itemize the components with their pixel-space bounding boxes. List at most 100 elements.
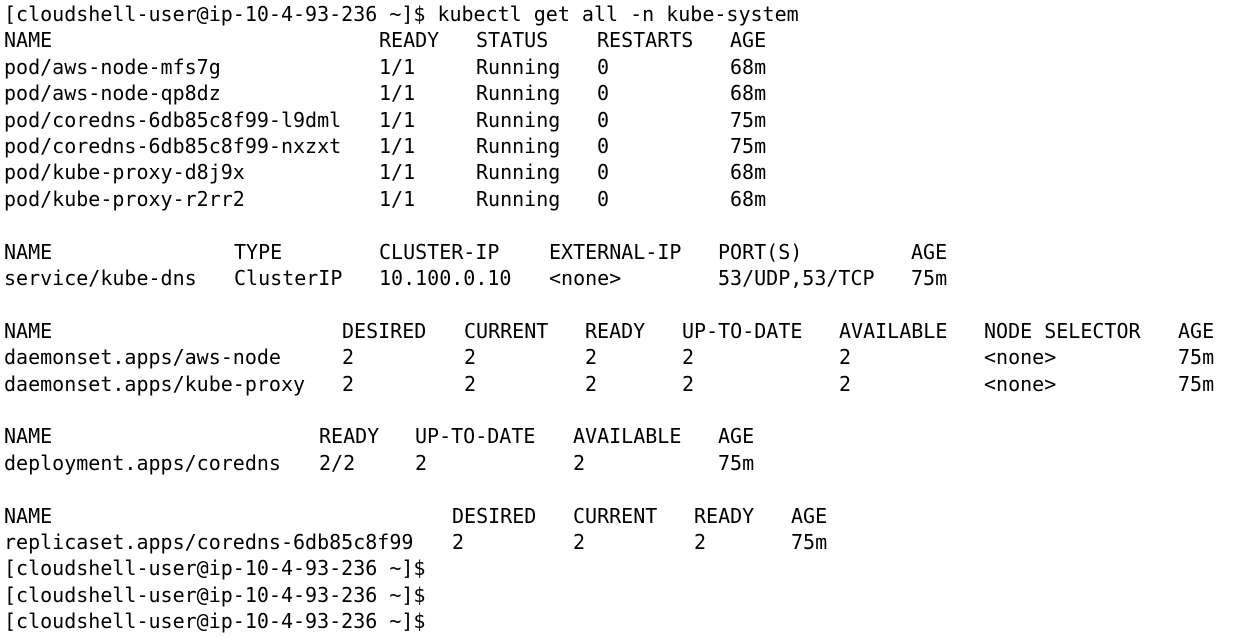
column-header: TYPE — [234, 239, 283, 264]
table-cell: 75m — [730, 107, 767, 132]
table-cell: 2 — [585, 371, 598, 396]
command-text: kubectl get all -n kube-system — [437, 2, 799, 26]
column-header: NAME — [4, 318, 53, 343]
table-cell: 2 — [839, 371, 852, 396]
table-cell: 1/1 — [379, 81, 416, 106]
table-cell: pod/kube-proxy-d8j9x — [4, 160, 245, 185]
table-cell: 1/1 — [379, 186, 416, 211]
column-header: READY — [379, 28, 440, 53]
table-cell: 75m — [1178, 345, 1215, 370]
column-header: NAME — [4, 28, 53, 53]
table-cell: 2 — [573, 530, 586, 554]
table-cell: 2 — [415, 450, 428, 475]
table-cell: 0 — [597, 186, 610, 211]
table-cell: 2 — [452, 530, 465, 554]
column-header: PORT(S) — [718, 239, 803, 264]
column-header: AGE — [791, 503, 828, 528]
table-cell: service/kube-dns — [4, 266, 197, 290]
prompt-line: [cloudshell-user@ip-10-4-93-236 ~]$ — [4, 582, 437, 608]
table-cell: 1/1 — [379, 107, 416, 132]
column-header: READY — [319, 424, 380, 449]
shell-prompt: [cloudshell-user@ip-10-4-93-236 ~]$ — [4, 582, 426, 607]
column-header: AGE — [718, 424, 755, 449]
column-header: DESIRED — [452, 503, 537, 528]
table-cell: ClusterIP — [234, 266, 343, 290]
table-cell: 68m — [730, 186, 767, 211]
table-cell: 75m — [911, 266, 948, 290]
prompt-line: [cloudshell-user@ip-10-4-93-236 ~]$ — [4, 608, 437, 634]
table-cell: 2 — [464, 371, 477, 396]
column-header: CURRENT — [464, 318, 549, 343]
table-cell: 0 — [597, 107, 610, 132]
table-cell: Running — [476, 107, 561, 132]
table-cell: daemonset.apps/kube-proxy — [4, 371, 306, 396]
prompt-line: [cloudshell-user@ip-10-4-93-236 ~]$ kubec… — [4, 1, 799, 27]
shell-prompt: [cloudshell-user@ip-10-4-93-236 ~]$ — [4, 556, 426, 581]
column-header: CLUSTER-IP — [379, 239, 500, 264]
table-cell: 75m — [1178, 371, 1215, 396]
table-cell: pod/aws-node-qp8dz — [4, 81, 221, 106]
column-header: NAME — [4, 239, 53, 264]
table-cell: deployment.apps/coredns — [4, 450, 281, 475]
table-cell: pod/coredns-6db85c8f99-l9dml — [4, 107, 342, 132]
prompt-line: [cloudshell-user@ip-10-4-93-236 ~]$ — [4, 555, 437, 581]
table-cell: 75m — [791, 530, 828, 554]
table-cell: pod/coredns-6db85c8f99-nxzxt — [4, 134, 342, 158]
shell-prompt: [cloudshell-user@ip-10-4-93-236 ~]$ — [4, 2, 426, 26]
table-cell: 2 — [694, 530, 707, 554]
table-cell: 2 — [342, 371, 355, 396]
column-header: UP-TO-DATE — [415, 424, 536, 449]
column-header: READY — [694, 503, 755, 528]
table-cell: 75m — [718, 450, 755, 475]
column-header: EXTERNAL-IP — [549, 239, 682, 264]
table-cell: Running — [476, 160, 561, 185]
column-header: NAME — [4, 503, 53, 528]
table-cell: replicaset.apps/coredns-6db85c8f99 — [4, 530, 414, 554]
column-header: RESTARTS — [597, 28, 694, 53]
table-cell: 2 — [839, 345, 852, 370]
column-header: NODE SELECTOR — [984, 318, 1141, 343]
column-header: AVAILABLE — [573, 424, 682, 449]
table-cell: 53/UDP,53/TCP — [718, 266, 875, 290]
column-header: READY — [585, 318, 646, 343]
table-cell: 0 — [597, 81, 610, 106]
table-cell: 0 — [597, 54, 610, 79]
column-header: NAME — [4, 424, 53, 449]
table-cell: 2/2 — [319, 450, 356, 475]
table-cell: <none> — [984, 345, 1057, 370]
table-cell: 68m — [730, 160, 767, 185]
table-cell: Running — [476, 134, 561, 158]
table-cell: 2 — [573, 450, 586, 475]
table-cell: Running — [476, 54, 561, 79]
table-cell: 2 — [464, 345, 477, 370]
table-cell: 0 — [597, 134, 610, 158]
table-cell: pod/kube-proxy-r2rr2 — [4, 186, 245, 211]
table-cell: 75m — [730, 134, 767, 158]
column-header: AGE — [730, 28, 767, 53]
table-cell: <none> — [549, 266, 622, 290]
table-cell: 2 — [682, 345, 695, 370]
table-cell: 2 — [682, 371, 695, 396]
column-header: AGE — [1178, 318, 1215, 343]
column-header: AVAILABLE — [839, 318, 948, 343]
table-cell: 2 — [342, 345, 355, 370]
table-cell: 1/1 — [379, 54, 416, 79]
table-cell: Running — [476, 81, 561, 106]
column-header: AGE — [911, 239, 948, 264]
table-cell: 0 — [597, 160, 610, 185]
table-cell: 10.100.0.10 — [379, 266, 512, 290]
terminal-window[interactable]: [cloudshell-user@ip-10-4-93-236 ~]$ kubec… — [0, 0, 1250, 638]
table-cell: Running — [476, 186, 561, 211]
column-header: STATUS — [476, 28, 549, 53]
column-header: DESIRED — [342, 318, 427, 343]
table-cell: daemonset.apps/aws-node — [4, 345, 281, 370]
shell-prompt: [cloudshell-user@ip-10-4-93-236 ~]$ — [4, 609, 426, 634]
table-cell: 2 — [585, 345, 598, 370]
table-cell: 1/1 — [379, 134, 416, 158]
column-header: UP-TO-DATE — [682, 318, 803, 343]
table-cell: <none> — [984, 371, 1057, 396]
column-header: CURRENT — [573, 503, 658, 528]
table-cell: 68m — [730, 81, 767, 106]
table-cell: pod/aws-node-mfs7g — [4, 54, 221, 79]
table-cell: 1/1 — [379, 160, 416, 185]
